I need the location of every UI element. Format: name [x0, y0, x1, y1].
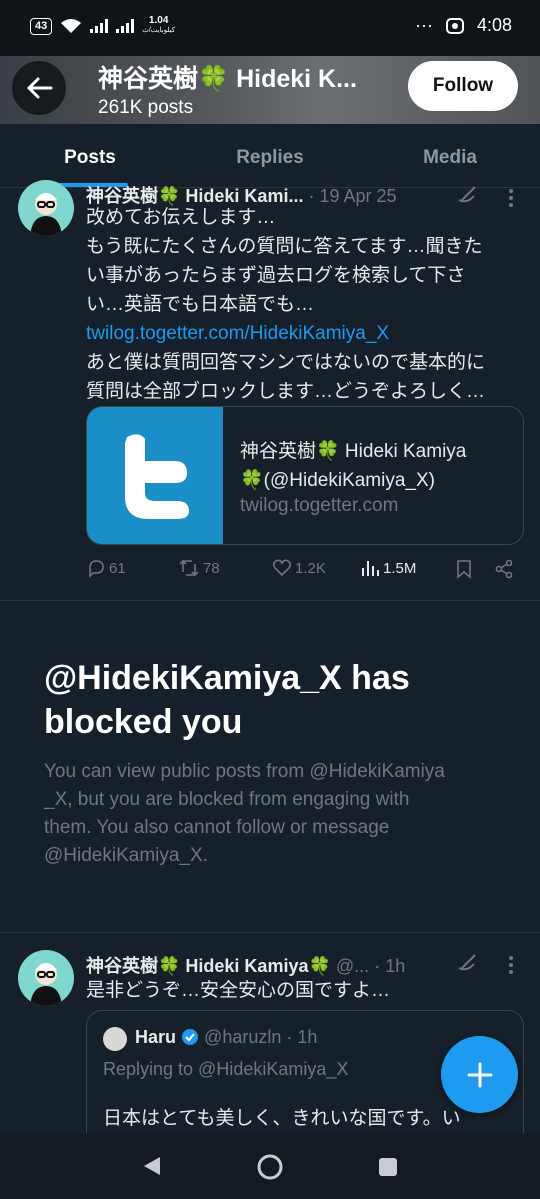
blocked-line: You can view public posts from @HidekiKa… — [44, 761, 445, 782]
tweet-line: い…英語でも日本語でも… — [86, 294, 315, 315]
reply-icon — [89, 560, 104, 578]
tweet-time: · 1h — [374, 956, 406, 976]
tweet-link[interactable]: twilog.togetter.com/HidekiKamiya_X — [86, 319, 526, 348]
views-button[interactable]: 1.5M — [360, 558, 416, 578]
divider — [0, 932, 540, 933]
quote-handle: @haruzln · 1h — [204, 1027, 318, 1047]
views-icon — [362, 561, 379, 576]
quote-author-name: Haru — [135, 1027, 177, 1047]
grok-icon[interactable] — [456, 184, 478, 204]
profile-header: 神谷英樹🍀 Hideki K... 261K posts Follow — [0, 56, 540, 124]
follow-button[interactable]: Follow — [408, 61, 518, 111]
tweet-line: 改めてお伝えします… — [86, 207, 276, 228]
tweet-line: 質問は全部ブロックします…どうぞよろしく… — [86, 381, 486, 402]
tweet-actions: 61 78 1.2K 1.5M — [86, 558, 516, 582]
card-title: 神谷英樹🍀 Hideki Kamiya 🍀(@HidekiKamiya_X) — [240, 437, 466, 495]
avatar[interactable] — [18, 180, 74, 236]
link-card[interactable]: 神谷英樹🍀 Hideki Kamiya 🍀(@HidekiKamiya_X) t… — [86, 406, 524, 545]
post-count: 261K posts — [98, 97, 194, 118]
like-count: 1.2K — [295, 559, 326, 577]
verified-badge-icon — [182, 1029, 199, 1045]
tweet-line: あと僕は質問回答マシンではないので基本的に — [86, 352, 486, 373]
twitter-logo-icon — [125, 433, 189, 519]
author-handle: @... — [335, 956, 370, 976]
avatar-image-icon — [30, 963, 62, 1006]
bookmark-icon[interactable] — [456, 559, 472, 579]
notification-icon — [445, 17, 464, 34]
quote-header: Haru @haruzln · 1h — [135, 1027, 317, 1048]
card-title-line: 神谷英樹🍀 Hideki Kamiya — [240, 441, 467, 462]
signal-icon-2 — [116, 19, 135, 33]
system-navigation-bar — [0, 1133, 540, 1199]
card-title-line: 🍀(@HidekiKamiya_X) — [240, 470, 435, 491]
reply-count: 61 — [109, 559, 126, 577]
signal-icon — [90, 19, 109, 33]
compose-button[interactable] — [441, 1036, 518, 1113]
home-circle-icon[interactable] — [256, 1153, 284, 1181]
clock: 4:08 — [476, 15, 512, 35]
more-dots: ··· — [414, 15, 433, 35]
plus-icon — [467, 1062, 492, 1087]
speed-value: 1.04 — [148, 15, 169, 26]
repost-icon — [179, 559, 199, 577]
card-thumbnail — [87, 407, 223, 544]
arrow-left-icon — [27, 77, 53, 99]
grok-icon[interactable] — [456, 952, 478, 972]
blocked-line: them. You also cannot follow or message — [44, 817, 390, 838]
more-options-icon[interactable] — [508, 955, 514, 975]
speed-unit: كيلوبايت/ث — [142, 27, 176, 34]
share-icon[interactable] — [494, 559, 514, 579]
wifi-icon — [61, 19, 82, 33]
profile-tabs: Posts Replies Media — [0, 124, 540, 188]
quote-text: 日本はとても美しく、きれいな国です。い — [103, 1108, 461, 1129]
profile-name: 神谷英樹🍀 Hideki K... — [98, 65, 357, 93]
tweet-line: もう既にたくさんの質問に答えてます…聞きた — [86, 236, 483, 257]
blocked-line: @HidekiKamiya_X. — [44, 845, 208, 866]
quote-avatar — [103, 1027, 127, 1051]
tweet-line: い事があったらまず過去ログを検索して下さ — [86, 265, 466, 286]
repost-button[interactable]: 78 — [178, 558, 220, 578]
network-speed: 1.04 كيلوبايت/ث — [142, 16, 175, 36]
tweet-header: 神谷英樹🍀 Hideki Kamiya🍀 @... · 1h — [86, 952, 405, 978]
blocked-line: _X, but you are blocked from engaging wi… — [44, 789, 410, 810]
back-button[interactable] — [12, 61, 66, 115]
repost-count: 78 — [203, 559, 220, 577]
tab-posts[interactable]: Posts — [40, 124, 140, 188]
quote-replying-to: Replying to @HidekiKamiya_X — [103, 1059, 349, 1079]
like-button[interactable]: 1.2K — [272, 558, 326, 578]
back-triangle-icon[interactable] — [142, 1155, 162, 1177]
card-domain: twilog.togetter.com — [240, 495, 399, 516]
tab-media[interactable]: Media — [400, 124, 500, 188]
tweet-body: 改めてお伝えします… もう既にたくさんの質問に答えてます…聞きた い事があったら… — [86, 203, 526, 406]
blocked-title: @HidekiKamiya_X has blocked you — [44, 659, 410, 741]
author-name[interactable]: 神谷英樹🍀 Hideki Kamiya🍀 — [86, 956, 331, 976]
views-count: 1.5M — [383, 559, 417, 577]
tweet-body: 是非どうぞ…安全安心の国ですよ… — [86, 980, 391, 1001]
blocked-description: You can view public posts from @HidekiKa… — [44, 758, 494, 870]
divider — [0, 600, 540, 601]
recents-square-icon[interactable] — [378, 1157, 398, 1177]
reply-button[interactable]: 61 — [86, 558, 126, 578]
tab-replies[interactable]: Replies — [210, 124, 330, 188]
heart-icon — [272, 559, 292, 577]
avatar-image-icon — [30, 193, 62, 236]
status-bar: 43 1.04 كيلوبايت/ث ··· 4:08 — [0, 0, 540, 56]
avatar[interactable] — [18, 950, 74, 1006]
battery-indicator: 43 — [30, 17, 53, 35]
